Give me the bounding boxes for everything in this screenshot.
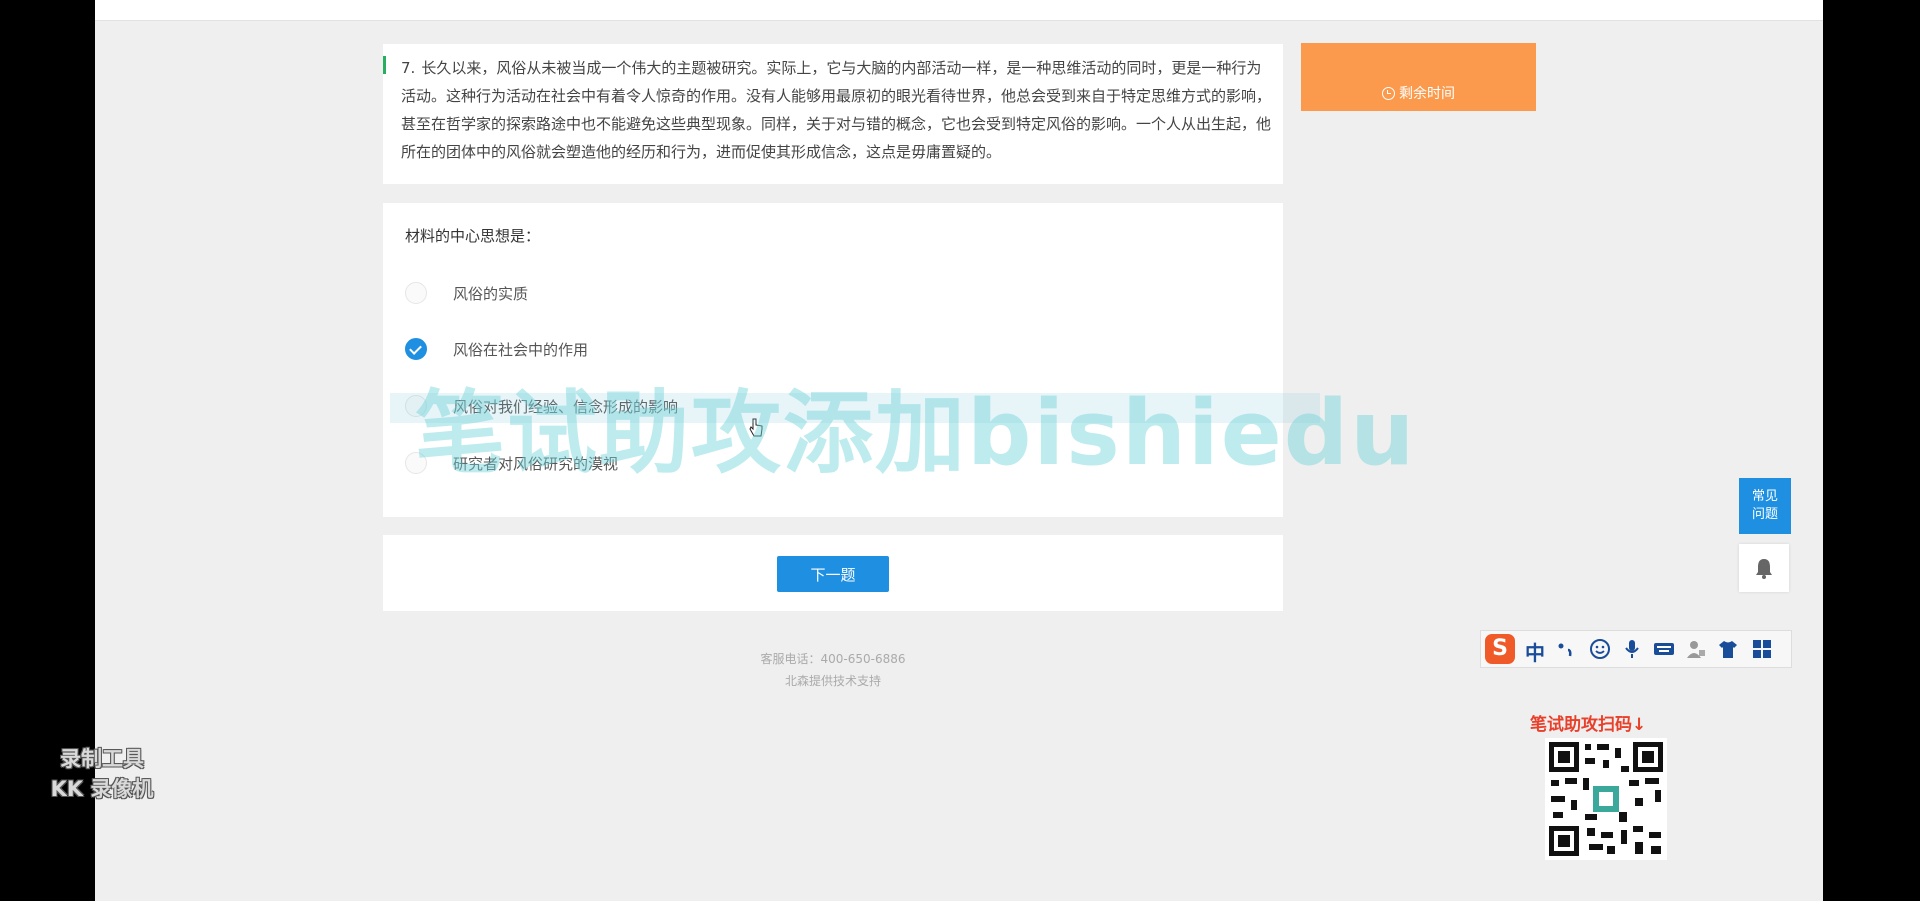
faq-label-line2: 问题 [1751, 507, 1778, 522]
recorder-watermark: 录制工具 KK 录像机 [32, 744, 172, 804]
passage-text: 7. 长久以来，风俗从未被当成一个伟大的主题被研究。实际上，它与大脑的内部活动一样… [401, 54, 1271, 166]
timer-label: 剩余时间 [1399, 86, 1455, 102]
clock-icon [1382, 87, 1395, 100]
emoji-icon[interactable] [1589, 638, 1611, 660]
ime-mode[interactable]: 中 [1525, 637, 1545, 666]
question-number: 7. [401, 59, 416, 77]
sogou-logo-icon[interactable]: S [1485, 634, 1515, 664]
top-bar [95, 0, 1823, 21]
support-phone: 客服电话：400-650-6886 [760, 652, 906, 666]
footer: 客服电话：400-650-6886 北森提供技术支持 [383, 648, 1283, 692]
recorder-line1: 录制工具 [60, 747, 144, 771]
bell-icon [1756, 559, 1772, 579]
user-icon[interactable] [1685, 638, 1707, 660]
punctuation-icon[interactable] [1555, 638, 1577, 660]
radio-icon[interactable] [405, 282, 427, 304]
qr-title: 笔试助攻扫码↓ [1530, 715, 1647, 735]
option-label: 风俗在社会中的作用 [453, 341, 589, 359]
passage-body: 长久以来，风俗从未被当成一个伟大的主题被研究。实际上，它与大脑的内部活动一样，是… [401, 59, 1272, 161]
notification-button[interactable] [1739, 544, 1789, 592]
question-prompt: 材料的中心思想是： [405, 227, 541, 245]
option-label: 风俗的实质 [453, 285, 529, 303]
promo-watermark: 笔试助攻添加bishiedu [415, 381, 1417, 486]
next-question-button[interactable]: 下一题 [777, 556, 889, 592]
next-card: 下一题 [383, 535, 1283, 611]
microphone-icon[interactable] [1621, 638, 1643, 660]
timer-label-row: 剩余时间 [1301, 83, 1536, 103]
qr-code [1545, 738, 1667, 860]
faq-button[interactable]: 常见 问题 [1739, 478, 1791, 534]
remaining-time-panel: 剩余时间 [1301, 43, 1536, 111]
skin-shirt-icon[interactable] [1717, 638, 1739, 660]
radio-checked-icon[interactable] [405, 338, 427, 360]
qr-code-image [1549, 742, 1663, 856]
ime-toolbar: S 中 [1480, 630, 1792, 668]
option-b[interactable]: 风俗在社会中的作用 [405, 335, 1255, 363]
question-passage: 7. 长久以来，风俗从未被当成一个伟大的主题被研究。实际上，它与大脑的内部活动一样… [383, 44, 1283, 184]
tech-support: 北森提供技术支持 [784, 674, 881, 688]
passage-accent-bar [383, 56, 386, 74]
option-a[interactable]: 风俗的实质 [405, 279, 1255, 307]
keyboard-icon[interactable] [1653, 638, 1675, 660]
faq-label-line1: 常见 [1751, 489, 1778, 504]
recorder-line2: KK 录像机 [50, 777, 154, 801]
toolbox-grid-icon[interactable] [1751, 638, 1773, 660]
